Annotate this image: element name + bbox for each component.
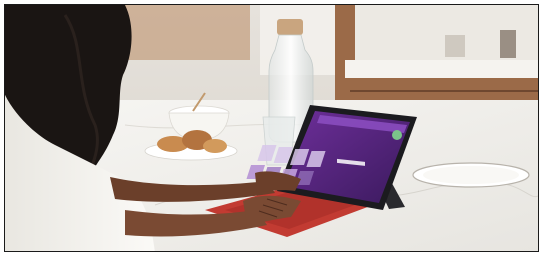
shelf-item: [445, 35, 465, 57]
photo-frame: [4, 4, 539, 252]
bottle-cap: [277, 19, 303, 35]
empty-plate-inner: [423, 166, 519, 184]
photo-canvas: [5, 5, 538, 251]
pastry-3: [203, 139, 227, 153]
drawer-line: [350, 90, 538, 92]
shelf-item-2: [500, 30, 516, 58]
back-counter: [345, 60, 538, 78]
